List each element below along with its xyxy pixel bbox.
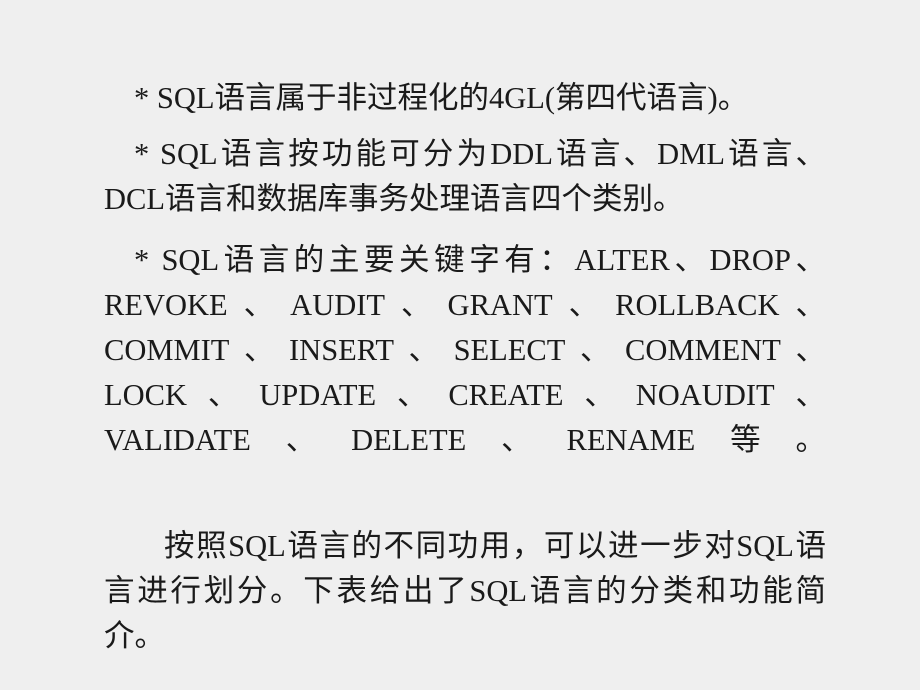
slide-canvas: * SQL语言属于非过程化的4GL(第四代语言)。 * SQL语言按功能可分为D… — [0, 0, 920, 690]
bullet-paragraph-sql-categories: * SQL语言按功能可分为DDL语言、DML语言、DCL语言和数据库事务处理语言… — [104, 137, 826, 216]
paragraph-sql-classification-intro: 按照SQL语言的不同功用，可以进一步对SQL语言进行划分。下表给出了SQL语言的… — [104, 529, 826, 653]
bullet-paragraph-sql-is-4gl: * SQL语言属于非过程化的4GL(第四代语言)。 — [134, 81, 749, 115]
slide-body: * SQL语言属于非过程化的4GL(第四代语言)。 * SQL语言按功能可分为D… — [104, 76, 826, 659]
bullet-paragraph-sql-keywords: * SQL语言的主要关键字有：ALTER、DROP、REVOKE、AUDIT、G… — [104, 243, 826, 457]
